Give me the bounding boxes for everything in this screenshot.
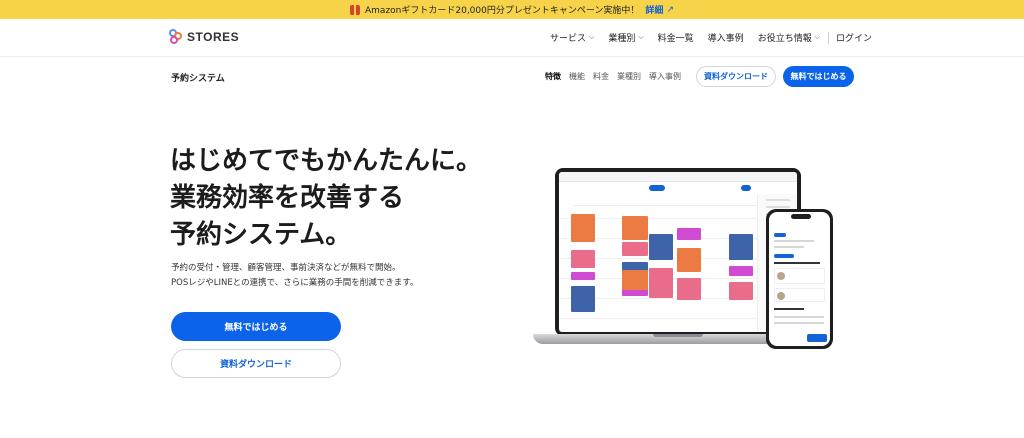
nav-item-industries[interactable]: 業種別 ⌵ xyxy=(608,31,643,44)
nav-label: 導入事例 xyxy=(707,34,744,44)
hero-headline: はじめてでもかんたんに。 業務効率を改善する 予約システム。 xyxy=(170,143,482,254)
site-header: STORES サービス ⌵ 業種別 ⌵ 料金一覧 導入事例 お役立ち情報 ⌵ ロ… xyxy=(0,19,1024,57)
subnav-pricing[interactable]: 料金 xyxy=(593,71,609,82)
promo-banner[interactable]: Amazonギフトカード20,000円分プレゼントキャンペーン実施中！ 詳細 ↗ xyxy=(0,0,1024,19)
product-subnav: 特徴 機能 料金 業種別 導入事例 xyxy=(545,71,689,82)
calendar-grid xyxy=(559,208,757,332)
logo-text: STORES xyxy=(187,30,240,44)
start-free-button-small[interactable]: 無料ではじめる xyxy=(783,66,854,87)
subnav-functions[interactable]: 機能 xyxy=(569,71,585,82)
chevron-down-icon: ⌵ xyxy=(814,33,821,41)
laptop-screen xyxy=(559,172,797,332)
nav-divider xyxy=(828,31,830,44)
headline-line: はじめてでもかんたんに。 xyxy=(170,146,483,176)
chevron-down-icon: ⌵ xyxy=(638,33,644,41)
external-link-icon: ↗ xyxy=(666,4,674,15)
stores-logo-icon xyxy=(169,29,183,45)
nav-label: お役立ち情報 xyxy=(757,34,812,44)
chevron-down-icon: ⌵ xyxy=(589,33,595,41)
app-window-top xyxy=(559,172,797,182)
nav-label: 業種別 xyxy=(608,34,636,44)
app-toolbar xyxy=(559,184,797,193)
laptop-illustration xyxy=(555,168,801,336)
nav-item-pricing[interactable]: 料金一覧 xyxy=(658,31,694,44)
main-nav: サービス ⌵ 業種別 ⌵ 料金一覧 導入事例 お役立ち情報 ⌵ ログイン xyxy=(550,31,872,44)
login-link[interactable]: ログイン xyxy=(836,31,872,44)
description-line: 予約の受付・管理、顧客管理、事前決済などが無料で開始。 xyxy=(171,263,401,273)
stores-logo[interactable]: STORES xyxy=(169,29,239,45)
product-subbar: 予約システム 特徴 機能 料金 業種別 導入事例 資料ダウンロード 無料ではじめ… xyxy=(0,57,1024,97)
subnav-industries[interactable]: 業種別 xyxy=(617,71,641,82)
start-free-button[interactable]: 無料ではじめる xyxy=(171,312,341,341)
nav-item-services[interactable]: サービス ⌵ xyxy=(550,31,594,44)
download-docs-button[interactable]: 資料ダウンロード xyxy=(171,349,341,378)
headline-line: 予約システム。 xyxy=(170,220,352,250)
gift-icon xyxy=(350,4,360,15)
hero-description: 予約の受付・管理、顧客管理、事前決済などが無料で開始。 POSレジやLINEとの… xyxy=(171,261,418,291)
promo-detail-link[interactable]: 詳細 xyxy=(645,3,663,16)
headline-line: 業務効率を改善する xyxy=(170,183,405,213)
calendar-header xyxy=(573,194,757,206)
phone-illustration xyxy=(766,209,833,349)
nav-item-resources[interactable]: お役立ち情報 ⌵ xyxy=(758,31,820,44)
subnav-features[interactable]: 特徴 xyxy=(545,71,561,82)
product-title: 予約システム xyxy=(171,74,225,84)
nav-label: 料金一覧 xyxy=(657,34,694,44)
nav-item-cases[interactable]: 導入事例 xyxy=(708,31,744,44)
subnav-cases[interactable]: 導入事例 xyxy=(649,71,681,82)
phone-notch xyxy=(791,214,811,219)
promo-text: Amazonギフトカード20,000円分プレゼントキャンペーン実施中！ xyxy=(365,6,640,16)
description-line: POSレジやLINEとの連携で、さらに業務の手間を削減できます。 xyxy=(171,278,419,288)
download-docs-button-small[interactable]: 資料ダウンロード xyxy=(696,66,776,87)
phone-screen xyxy=(769,212,830,346)
nav-label: サービス xyxy=(550,34,587,44)
